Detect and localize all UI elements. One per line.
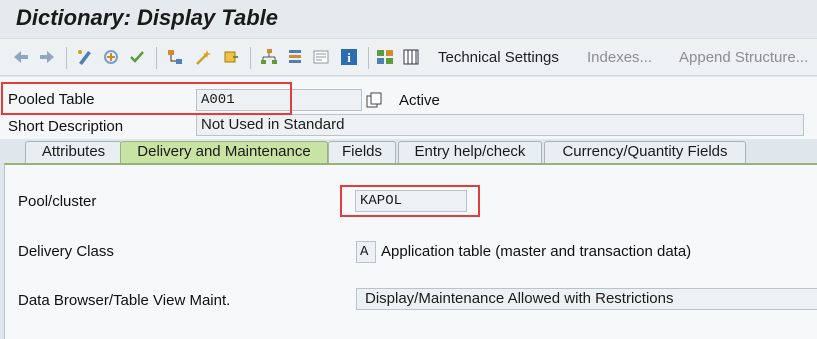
status-text: Active <box>399 92 440 109</box>
title-bar: Dictionary: Display Table <box>0 0 817 38</box>
tab-delivery-maintenance[interactable]: Delivery and Maintenance <box>120 141 328 163</box>
activate-icon[interactable] <box>194 48 212 66</box>
tab-strip: Attributes Delivery and Maintenance Fiel… <box>0 139 817 163</box>
forward-icon[interactable] <box>38 48 56 66</box>
tab-currency-quantity-fields[interactable]: Currency/Quantity Fields <box>544 141 746 163</box>
hierarchy-icon[interactable] <box>260 48 278 66</box>
data-browser-dropdown[interactable]: Display/Maintenance Allowed with Restric… <box>356 288 817 310</box>
tab-fields[interactable]: Fields <box>328 141 396 163</box>
technical-settings-button[interactable]: Technical Settings <box>438 49 559 66</box>
info-icon[interactable]: i <box>340 48 358 66</box>
tab-attributes[interactable]: Attributes <box>25 141 122 163</box>
delivery-class-field[interactable]: A <box>356 241 376 263</box>
highlight-box <box>340 185 480 217</box>
delivery-class-label: Delivery Class <box>18 243 114 260</box>
toolbar-separator <box>250 47 251 69</box>
toolbar-separator <box>156 47 157 69</box>
indexes-button[interactable]: Indexes... <box>587 49 652 66</box>
back-icon[interactable] <box>12 48 30 66</box>
data-browser-label: Data Browser/Table View Maint. <box>18 292 231 309</box>
short-description-label: Short Description <box>8 118 124 135</box>
short-description-field[interactable]: Not Used in Standard <box>196 114 804 136</box>
delivery-class-description: Application table (master and transactio… <box>381 243 692 260</box>
svg-text:i: i <box>347 50 351 65</box>
append-structure-button[interactable]: Append Structure... <box>679 49 808 66</box>
display-change-icon[interactable] <box>76 48 94 66</box>
grid-icon[interactable] <box>376 48 394 66</box>
object-list-icon[interactable] <box>286 48 304 66</box>
check-icon[interactable] <box>128 48 146 66</box>
where-used-icon[interactable] <box>166 48 184 66</box>
window-title: Dictionary: Display Table <box>16 5 279 30</box>
toolbar-separator <box>368 47 369 69</box>
application-toolbar: i Technical Settings Indexes... Append S… <box>0 38 817 76</box>
display-object-icon[interactable] <box>312 48 330 66</box>
toolbar-separator <box>66 47 67 69</box>
table-icon[interactable] <box>402 48 420 66</box>
other-object-icon[interactable] <box>102 48 120 66</box>
copy-icon[interactable] <box>366 92 382 108</box>
tab-entry-help-check[interactable]: Entry help/check <box>398 141 542 163</box>
pool-cluster-label: Pool/cluster <box>18 193 97 210</box>
test-icon[interactable] <box>222 48 240 66</box>
highlight-box <box>1 82 292 115</box>
